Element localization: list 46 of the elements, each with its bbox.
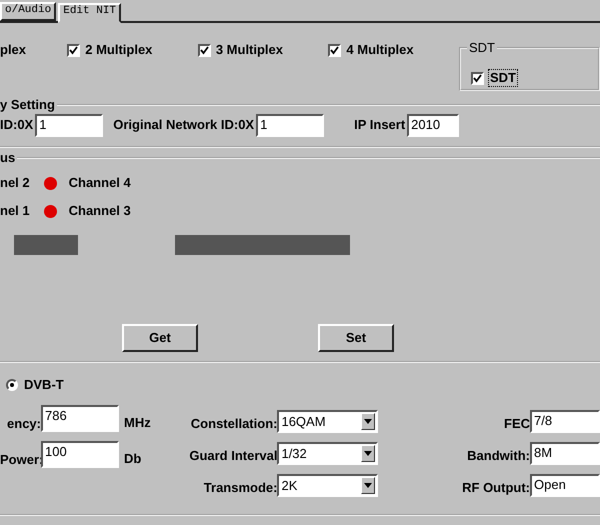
dropdown[interactable]: 2K [277, 474, 378, 498]
checkbox[interactable] [328, 44, 342, 56]
input-field[interactable]: 1 [256, 114, 324, 136]
checkbox-label: 2 Multiplex [85, 42, 152, 58]
input-field[interactable]: 786 [41, 405, 119, 432]
channel-label: nel 2 [0, 175, 30, 191]
field-label: FEC [503, 415, 530, 432]
input-field[interactable]: Open [530, 474, 600, 498]
field-label: Power: [0, 450, 41, 468]
channel-label: nel 1 [0, 203, 30, 219]
dropdown[interactable]: 1/32 [277, 442, 378, 466]
unit-label: Db [124, 450, 142, 466]
field-label: IP Insert [354, 117, 406, 133]
field-label: RF Output: [461, 479, 530, 496]
group-title: y Setting [0, 97, 55, 113]
checkbox-label: SDT [488, 69, 518, 87]
checkbox-label: 3 Multiplex [216, 42, 284, 58]
field-label: Bandwith: [466, 447, 530, 464]
unit-label: MHz [124, 414, 151, 430]
field-label: ency: [6, 414, 41, 432]
input-field[interactable]: 2010 [407, 114, 460, 136]
field-label: Original Network ID:0X [113, 117, 254, 133]
field-label: ID:0X [0, 117, 34, 133]
checkbox[interactable] [471, 72, 484, 84]
input-field[interactable]: 8M [530, 442, 600, 466]
radio-button[interactable] [6, 378, 18, 391]
field-label: Guard Interval [188, 447, 278, 464]
checkbox[interactable] [198, 44, 211, 56]
checkbox[interactable] [67, 44, 80, 56]
set-button[interactable]: Set [318, 324, 394, 352]
checkbox-label: 4 Multiplex [346, 42, 414, 58]
input-field[interactable]: 100 [41, 441, 119, 468]
field-label: Transmode: [202, 479, 278, 496]
channel-label: Channel 4 [68, 175, 131, 191]
dark-bar [14, 235, 78, 255]
checkbox-label: plex [0, 42, 26, 58]
group-title: us [0, 150, 16, 166]
field-label: Constellation: [190, 415, 278, 432]
tab[interactable]: o/Audio [0, 2, 56, 21]
radio-label: DVB-T [24, 377, 64, 393]
dropdown[interactable]: 16QAM [277, 410, 378, 434]
channel-label: Channel 3 [68, 203, 131, 219]
input-field[interactable]: 7/8 [530, 410, 600, 434]
tab[interactable]: Edit NIT [58, 3, 122, 23]
input-field[interactable]: 1 [35, 114, 104, 136]
get-button[interactable]: Get [122, 324, 198, 352]
